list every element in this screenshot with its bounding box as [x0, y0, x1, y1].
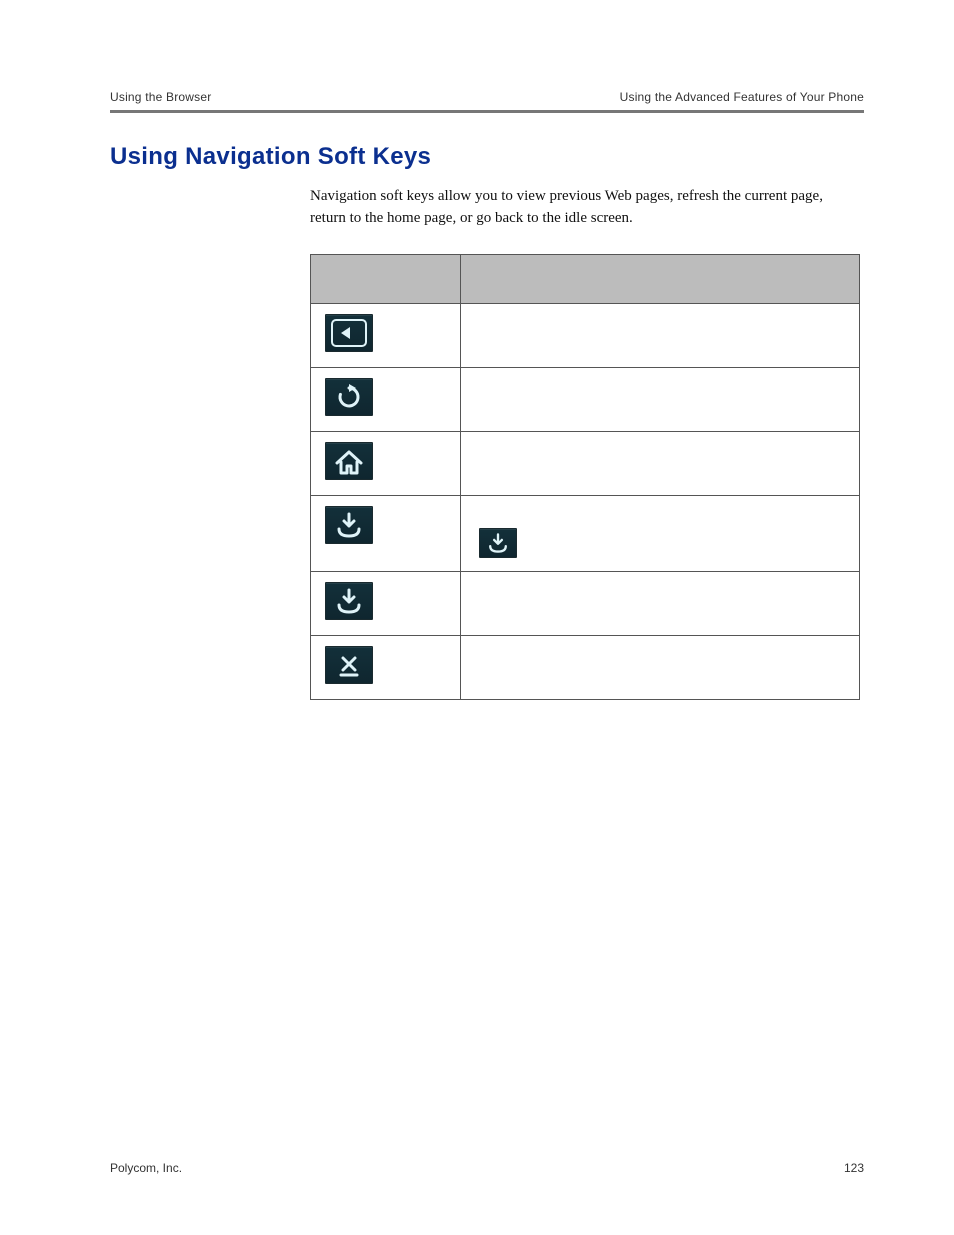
action-cell — [461, 367, 860, 431]
section-title: Using Navigation Soft Keys — [110, 143, 864, 171]
table-row — [311, 431, 860, 495]
table-row — [311, 303, 860, 367]
footer-page-number: 123 — [844, 1161, 864, 1175]
table-row — [311, 495, 860, 571]
table-row — [311, 571, 860, 635]
softkey-cell — [311, 367, 461, 431]
home-icon — [325, 442, 373, 480]
action-cell — [461, 495, 860, 571]
running-header: Using the Browser Using the Advanced Fea… — [110, 90, 864, 113]
footer: Polycom, Inc. 123 — [110, 1161, 864, 1175]
softkey-cell — [311, 495, 461, 571]
action-cell — [461, 571, 860, 635]
download-to-tray-icon — [325, 506, 373, 544]
exit-icon — [325, 646, 373, 684]
table-row — [311, 367, 860, 431]
footer-company: Polycom, Inc. — [110, 1161, 182, 1175]
header-left: Using the Browser — [110, 90, 211, 104]
action-cell — [461, 431, 860, 495]
page: Using the Browser Using the Advanced Fea… — [0, 0, 954, 1235]
table-header-icon — [311, 254, 461, 303]
table-row — [311, 635, 860, 699]
softkey-cell — [311, 431, 461, 495]
refresh-icon — [325, 378, 373, 416]
softkeys-table — [310, 254, 860, 700]
download-to-tray-icon — [479, 528, 517, 558]
table-header-action — [461, 254, 860, 303]
softkey-cell — [311, 635, 461, 699]
download-to-tray-icon — [325, 582, 373, 620]
action-cell — [461, 635, 860, 699]
back-icon — [325, 314, 373, 352]
softkey-cell — [311, 303, 461, 367]
softkey-cell — [311, 571, 461, 635]
header-right: Using the Advanced Features of Your Phon… — [620, 90, 864, 104]
action-cell — [461, 303, 860, 367]
intro-paragraph: Navigation soft keys allow you to view p… — [310, 186, 830, 230]
